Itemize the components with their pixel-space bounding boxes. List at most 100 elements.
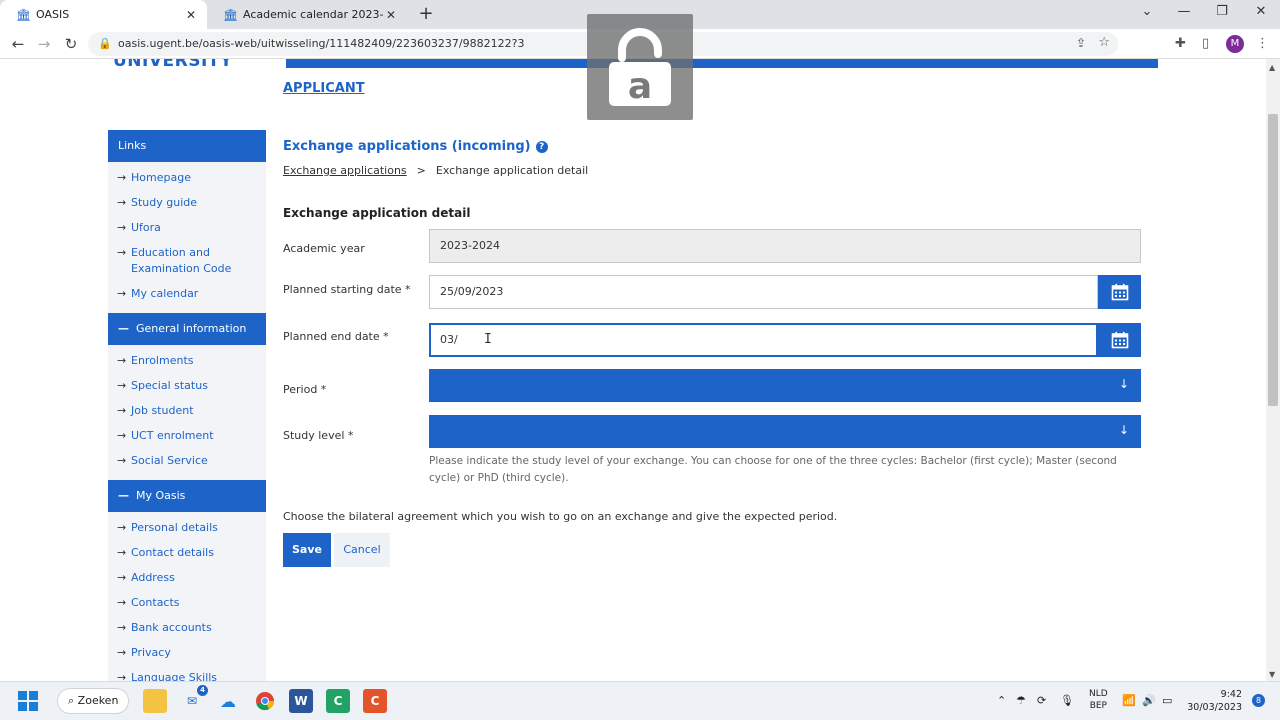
breadcrumb-link-exchange-applications[interactable]: Exchange applications	[283, 164, 407, 177]
study-level-hint: Please indicate the study level of your …	[429, 455, 1117, 484]
end-date-calendar-button[interactable]	[1098, 323, 1141, 357]
sidebar-item-label: Address	[131, 571, 175, 584]
sidebar-item-ufora[interactable]: → Ufora	[108, 216, 266, 241]
microphone-icon[interactable]: 🎙	[1060, 694, 1074, 707]
start-date-label: Planned starting date *	[283, 283, 411, 296]
mail-icon[interactable]: ✉ 4	[180, 685, 208, 713]
start-date-calendar-button[interactable]	[1098, 275, 1141, 309]
scrollbar-thumb[interactable]	[1268, 114, 1278, 406]
sidebar-item-social-service[interactable]: → Social Service	[108, 449, 266, 474]
scroll-down-icon[interactable]: ▼	[1269, 670, 1275, 679]
sidebar-section-general-information[interactable]: — General information	[108, 313, 266, 345]
notification-badge[interactable]: 8	[1252, 694, 1265, 707]
arrow-right-icon: →	[117, 404, 127, 417]
share-icon[interactable]: ⇪	[1076, 36, 1086, 50]
sidebar-item-education-code[interactable]: → Education and Examination Code	[108, 241, 266, 282]
extensions-icon[interactable]: ✚	[1175, 36, 1186, 51]
menu-kebab-icon[interactable]: ⋮	[1256, 36, 1269, 51]
arrow-down-icon: ↓	[1118, 423, 1129, 437]
restore-button[interactable]: ❐	[1212, 4, 1232, 19]
tab-oasis[interactable]: 🏛 OASIS ✕	[0, 0, 207, 29]
speaker-icon[interactable]: 🔊	[1142, 694, 1156, 707]
page-scrollbar[interactable]: ▲ ▼	[1266, 59, 1280, 681]
sidebar-item-language-skills[interactable]: → Language Skills	[108, 666, 266, 681]
file-explorer-icon[interactable]	[143, 689, 167, 713]
sidebar-item-homepage[interactable]: → Homepage	[108, 166, 266, 191]
sidebar-item-bank-accounts[interactable]: → Bank accounts	[108, 616, 266, 641]
taskbar-search[interactable]: ⌕ Zoeken	[57, 688, 129, 714]
sync-icon[interactable]: ⟳	[1037, 694, 1046, 707]
search-icon: ⌕	[68, 694, 75, 707]
tab-search-icon[interactable]: ⌄	[1137, 4, 1157, 19]
arrow-right-icon: →	[117, 429, 127, 442]
close-window-button[interactable]: ✕	[1251, 4, 1271, 19]
sidebar-item-label: Contact details	[131, 546, 214, 559]
collapse-icon: —	[118, 489, 129, 502]
page-title: Exchange applications (incoming)?	[283, 139, 548, 154]
sidebar-item-my-calendar[interactable]: → My calendar	[108, 282, 266, 307]
unlocked-padlock-icon: a	[609, 28, 671, 107]
applicant-link[interactable]: APPLICANT	[283, 81, 365, 96]
bookmark-star-icon[interactable]: ☆	[1098, 35, 1110, 50]
weather-icon[interactable]: ☂	[1016, 694, 1026, 707]
calendar-icon	[1111, 283, 1128, 301]
chrome-icon[interactable]	[253, 689, 277, 713]
header-blue-bar	[286, 59, 1158, 68]
back-button[interactable]: ←	[8, 34, 28, 54]
tab-title: OASIS	[36, 8, 70, 21]
help-icon[interactable]: ?	[535, 141, 548, 153]
close-tab-icon[interactable]: ✕	[183, 8, 199, 22]
tray-chevron-icon[interactable]: ⌃	[997, 694, 1006, 707]
sidebar-item-contacts[interactable]: → Contacts	[108, 591, 266, 616]
word-icon[interactable]: W	[289, 689, 313, 713]
arrow-right-icon: →	[117, 454, 127, 467]
end-date-label: Planned end date *	[283, 330, 389, 343]
save-button[interactable]: Save	[283, 533, 331, 567]
sidebar-item-address[interactable]: → Address	[108, 566, 266, 591]
sidebar-item-label: UCT enrolment	[131, 429, 214, 442]
new-tab-button[interactable]: +	[416, 4, 436, 24]
wifi-icon[interactable]: 📶	[1122, 694, 1136, 707]
side-panel-icon[interactable]: ▯	[1202, 36, 1209, 51]
cancel-button[interactable]: Cancel	[334, 533, 390, 567]
university-icon: 🏛	[16, 7, 32, 22]
sidebar-item-personal-details[interactable]: → Personal details	[108, 516, 266, 541]
minimize-button[interactable]: —	[1174, 4, 1194, 19]
presentation-app-icon[interactable]: C	[363, 689, 387, 713]
arrow-right-icon: →	[117, 596, 127, 609]
period-select[interactable]: ↓	[429, 369, 1141, 402]
scroll-up-icon[interactable]: ▲	[1269, 63, 1275, 72]
windows-start-icon[interactable]	[16, 689, 40, 713]
forward-button[interactable]: →	[34, 34, 54, 54]
sidebar-item-job-student[interactable]: → Job student	[108, 399, 266, 424]
close-tab-icon[interactable]: ✕	[383, 8, 399, 22]
sidebar-item-enrolments[interactable]: → Enrolments	[108, 349, 266, 374]
sidebar-item-study-guide[interactable]: → Study guide	[108, 191, 266, 216]
arrow-right-icon: →	[117, 354, 127, 367]
start-date-input[interactable]: 25/09/2023	[429, 275, 1098, 309]
study-level-select[interactable]: ↓	[429, 415, 1141, 448]
lock-icon[interactable]: 🔒	[98, 37, 112, 50]
sidebar-item-privacy[interactable]: → Privacy	[108, 641, 266, 666]
windows-logo	[18, 691, 38, 711]
taskbar-clock[interactable]: 9:42 30/03/2023	[1186, 688, 1242, 714]
profile-avatar[interactable]: M	[1226, 35, 1244, 53]
language-indicator[interactable]: NLD BEP	[1089, 688, 1108, 712]
clock-date: 30/03/2023	[1187, 702, 1242, 713]
sidebar-item-contact-details[interactable]: → Contact details	[108, 541, 266, 566]
reload-button[interactable]: ↻	[61, 34, 81, 54]
end-date-input[interactable]: 03/	[429, 323, 1098, 357]
language-code: NLD	[1089, 689, 1108, 699]
arrow-right-icon: →	[117, 646, 127, 659]
arrow-down-icon: ↓	[1118, 377, 1129, 391]
sidebar-item-special-status[interactable]: → Special status	[108, 374, 266, 399]
breadcrumb-current: Exchange application detail	[435, 164, 589, 177]
battery-icon[interactable]: ▭	[1162, 694, 1172, 707]
clock-time: 9:42	[1220, 689, 1242, 700]
sidebar-item-uct-enrolment[interactable]: → UCT enrolment	[108, 424, 266, 449]
onedrive-icon[interactable]: ☁	[216, 689, 240, 713]
web-page: UNIVERSITY APPLICANT Links → Homepage → St…	[0, 59, 1266, 681]
sidebar-section-my-oasis[interactable]: — My Oasis	[108, 480, 266, 512]
tab-academic-calendar[interactable]: 🏛 Academic calendar 2023-2024 — ✕	[207, 0, 407, 29]
spreadsheet-app-icon[interactable]: C	[326, 689, 350, 713]
